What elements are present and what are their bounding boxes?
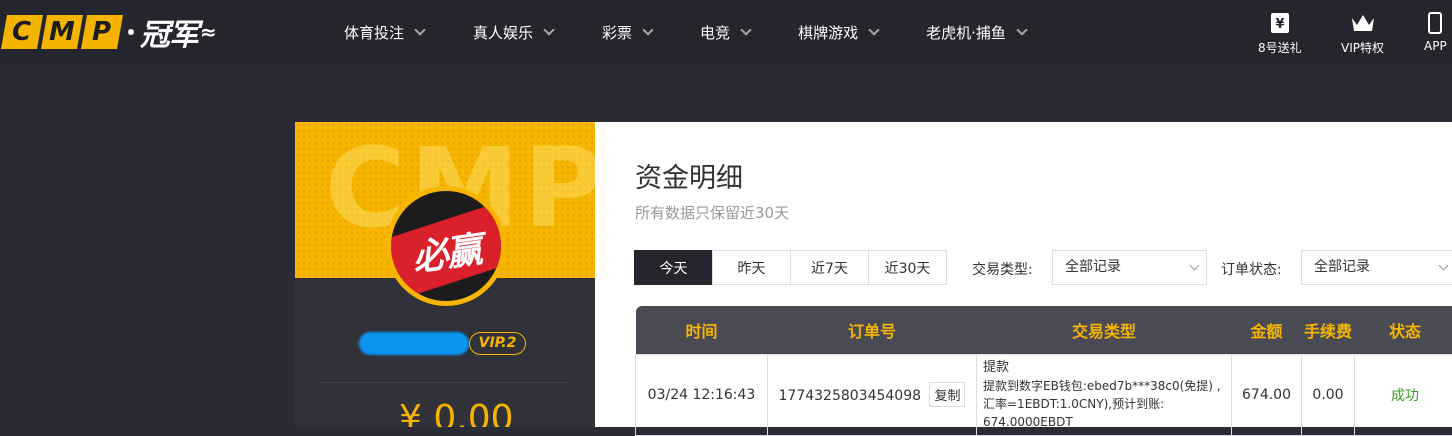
main-nav: 体育投注 真人娱乐 彩票 电竞 棋牌游戏 老虎机·捕鱼	[344, 0, 1026, 64]
logo-chinese: 冠军	[140, 10, 198, 54]
type-title: 提款	[983, 359, 1225, 377]
profile-card: CMP 必赢 VIP.2 ¥ 0.00	[295, 122, 595, 427]
nav-card-games[interactable]: 棋牌游戏	[798, 22, 878, 43]
tab-7-days[interactable]: 近7天	[790, 250, 869, 285]
nav-slots-fishing[interactable]: 老虎机·捕鱼	[926, 22, 1026, 43]
nav-lottery[interactable]: 彩票	[602, 22, 652, 43]
header-vip[interactable]: VIP特权	[1341, 12, 1384, 56]
chevron-down-icon	[1439, 261, 1449, 271]
logo-dot	[128, 29, 134, 35]
table-header-row: 时间 订单号 交易类型 金额 手续费 状态	[636, 306, 1452, 354]
cell-time: 03/24 12:16:43	[636, 354, 768, 435]
crown-icon	[1350, 12, 1376, 34]
tab-yesterday[interactable]: 昨天	[712, 250, 791, 285]
transaction-type-label: 交易类型:	[972, 259, 1033, 279]
chevron-down-icon	[868, 24, 879, 35]
username-redacted	[359, 332, 469, 355]
col-status: 状态	[1355, 306, 1452, 354]
col-amount: 金额	[1232, 306, 1302, 354]
date-range-tabs: 今天 昨天 近7天 近30天	[635, 250, 947, 285]
tab-30-days[interactable]: 近30天	[868, 250, 947, 285]
order-status-select[interactable]: 全部记录	[1301, 250, 1452, 285]
fund-details-panel: 资金明细 所有数据只保留近30天 今天 昨天 近7天 近30天 交易类型: 全部…	[595, 122, 1452, 427]
transaction-type-select[interactable]: 全部记录	[1052, 250, 1207, 285]
table-row: 03/24 12:16:43 1774325803454098 复制 提款 提款…	[636, 354, 1452, 435]
logo-letter-p: P	[81, 15, 123, 49]
page-title: 资金明细	[635, 156, 743, 195]
avatar[interactable]: 必赢	[386, 186, 506, 306]
nav-sports[interactable]: 体育投注	[344, 22, 424, 43]
logo-letter-c: C	[1, 15, 43, 49]
header-gift[interactable]: ¥ 8号送礼	[1258, 12, 1302, 56]
logo-letter-m: M	[41, 15, 83, 49]
col-type: 交易类型	[977, 306, 1232, 354]
balance-amount: ¥ 0.00	[399, 398, 514, 427]
gift-icon: ¥	[1270, 12, 1290, 34]
col-order-no: 订单号	[768, 306, 977, 354]
vip-badge: VIP.2	[469, 332, 526, 355]
logo-tail: ≈	[200, 20, 217, 44]
chevron-down-icon	[642, 24, 653, 35]
chevron-down-icon	[1190, 261, 1200, 271]
cell-fee: 0.00	[1302, 354, 1355, 435]
col-time: 时间	[636, 306, 768, 354]
page-subtitle: 所有数据只保留近30天	[635, 202, 789, 223]
chevron-down-icon	[740, 24, 751, 35]
phone-icon	[1427, 12, 1443, 34]
svg-text:¥: ¥	[1275, 17, 1284, 32]
cell-order-no: 1774325803454098 复制	[768, 354, 977, 435]
order-number: 1774325803454098	[779, 388, 922, 404]
tab-today[interactable]: 今天	[634, 250, 713, 285]
nav-live-casino[interactable]: 真人娱乐	[473, 22, 553, 43]
chevron-down-icon	[414, 24, 425, 35]
chevron-down-icon	[1016, 24, 1027, 35]
cell-type: 提款 提款到数字EB钱包:ebed7b***38c0(免提) ,汇率=1EBDT…	[977, 354, 1232, 435]
top-header: C M P 冠军 ≈ 体育投注 真人娱乐 彩票 电竞 棋牌游戏 老虎机·捕鱼 ¥…	[0, 0, 1452, 64]
col-fee: 手续费	[1302, 306, 1355, 354]
order-status-label: 订单状态:	[1221, 259, 1282, 279]
status-badge: 成功	[1355, 354, 1452, 435]
transactions-table: 时间 订单号 交易类型 金额 手续费 状态 03/24 12:16:43 177…	[635, 306, 1452, 436]
chevron-down-icon	[543, 24, 554, 35]
type-detail: 提款到数字EB钱包:ebed7b***38c0(免提) ,汇率=1EBDT:1.…	[983, 377, 1225, 431]
header-app[interactable]: APP	[1424, 12, 1447, 53]
cell-amount: 674.00	[1232, 354, 1302, 435]
nav-esports[interactable]: 电竞	[700, 22, 750, 43]
site-logo[interactable]: C M P 冠军 ≈	[4, 14, 217, 50]
divider	[320, 382, 570, 383]
avatar-brand-text: 必赢	[391, 218, 501, 285]
copy-button[interactable]: 复制	[929, 382, 965, 407]
